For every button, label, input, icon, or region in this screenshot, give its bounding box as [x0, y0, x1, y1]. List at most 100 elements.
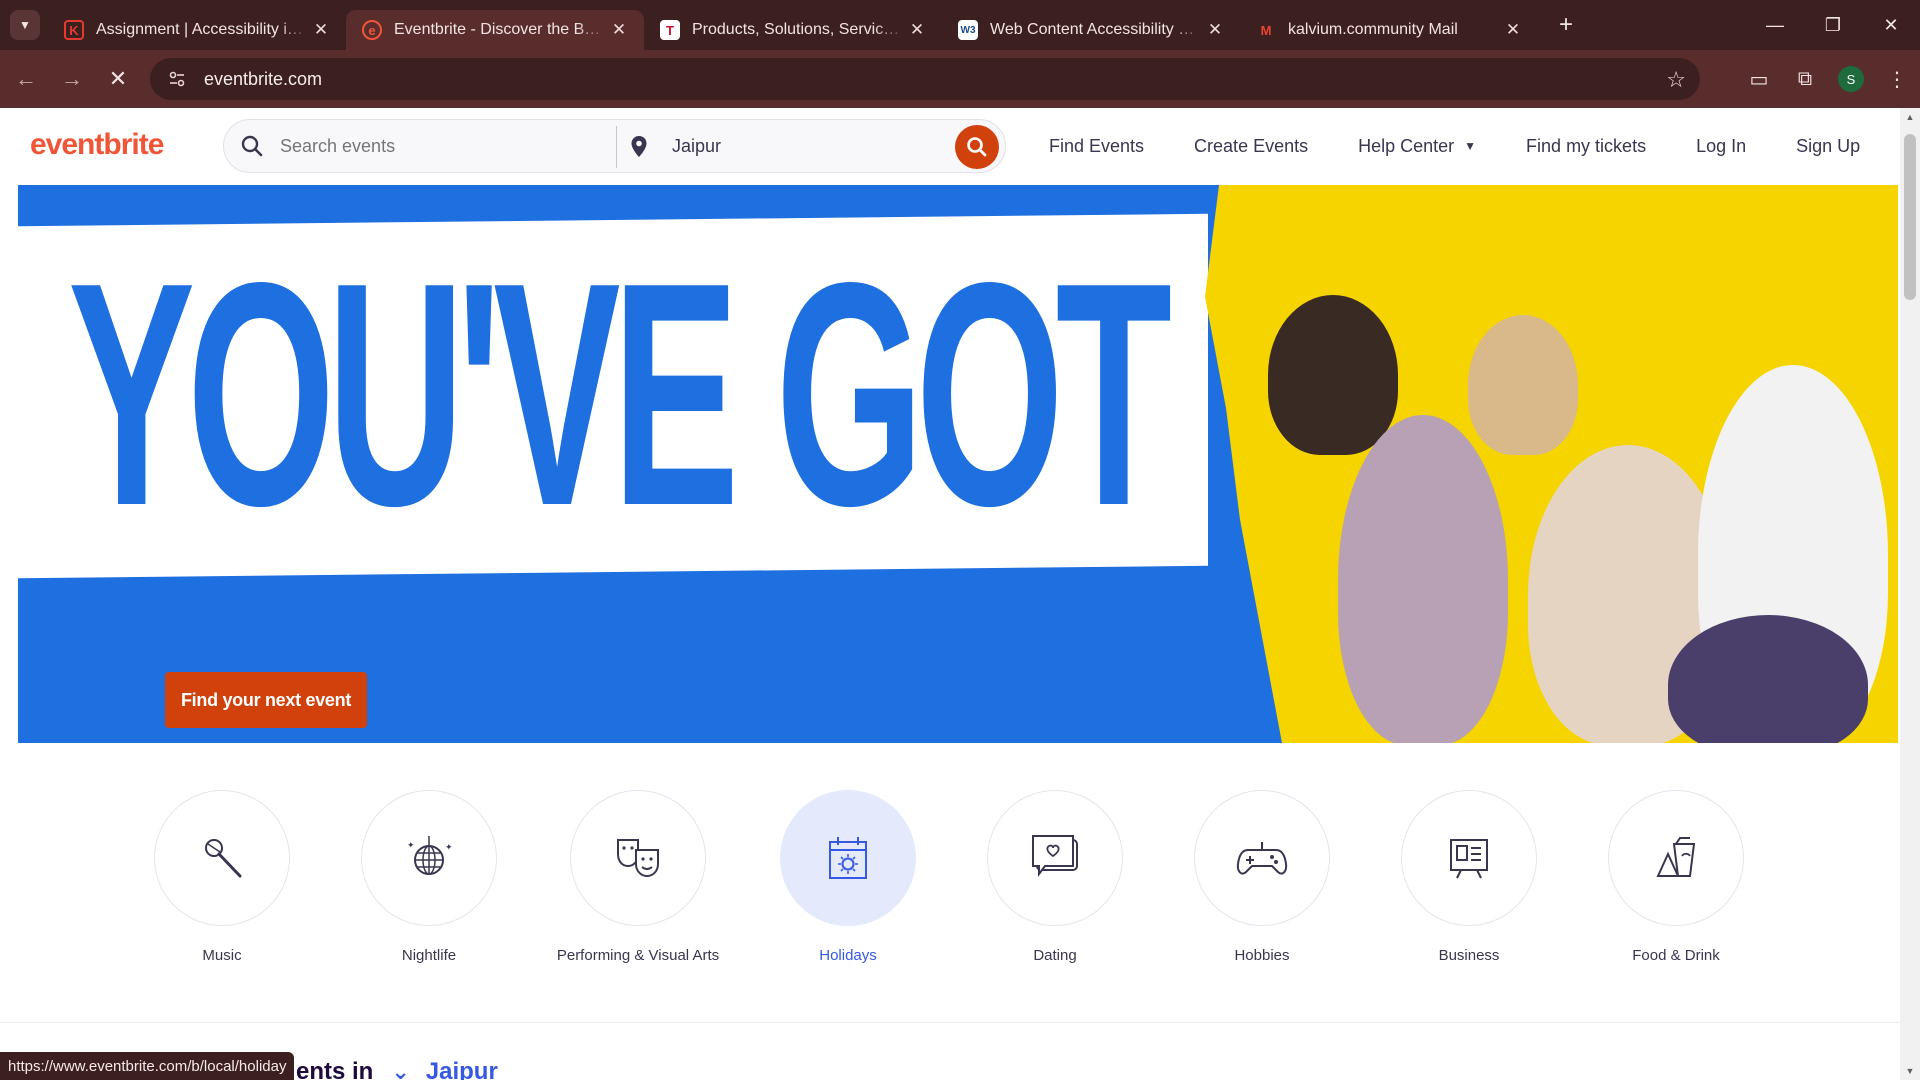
- nav-sign-up[interactable]: Sign Up: [1796, 136, 1860, 157]
- nav-help-center[interactable]: Help Center ▼: [1358, 136, 1476, 157]
- search-events-input[interactable]: [280, 135, 600, 157]
- close-icon[interactable]: ✕: [1204, 20, 1226, 40]
- category-circle: [987, 790, 1123, 926]
- category-label: Music: [202, 947, 242, 964]
- tab-wcag[interactable]: W3 Web Content Accessibility Guid ✕: [942, 10, 1240, 50]
- svg-text:✦: ✦: [445, 842, 453, 852]
- bookmark-star-icon[interactable]: ☆: [1666, 67, 1686, 93]
- minimize-icon[interactable]: —: [1746, 0, 1804, 50]
- extensions-puzzle-icon[interactable]: ⧉: [1782, 68, 1828, 91]
- category-business[interactable]: Business: [1369, 790, 1569, 966]
- url-text: eventbrite.com: [204, 68, 323, 89]
- back-arrow-icon[interactable]: ←: [6, 59, 46, 99]
- category-hobbies[interactable]: Hobbies: [1162, 790, 1362, 966]
- nav-find-events[interactable]: Find Events: [1049, 136, 1144, 157]
- browser-toolbar: ← → ✕ eventbrite.com ☆ ▭ ⧉ S ⋮: [0, 50, 1920, 108]
- tab-eventbrite[interactable]: e Eventbrite - Discover the Best L ✕: [346, 10, 644, 50]
- category-circle: [1194, 790, 1330, 926]
- address-bar[interactable]: eventbrite.com ☆: [150, 58, 1700, 100]
- close-icon[interactable]: ✕: [310, 20, 332, 40]
- tab-title: Eventbrite - Discover the Best L: [394, 21, 608, 38]
- category-label: Hobbies: [1234, 947, 1290, 964]
- tab-title: Products, Solutions, Services | T: [692, 21, 906, 38]
- t-favicon-icon: T: [660, 20, 680, 40]
- hero-photo-dancers: [1205, 185, 1898, 743]
- category-label: Holidays: [819, 947, 877, 964]
- category-label: Performing & Visual Arts: [556, 947, 720, 964]
- new-tab-plus-icon[interactable]: +: [1548, 7, 1584, 43]
- cast-icon[interactable]: ▭: [1736, 67, 1782, 92]
- category-label: Dating: [1033, 947, 1077, 964]
- scroll-up-arrow-icon[interactable]: ▲: [1900, 112, 1920, 122]
- tab-title: Web Content Accessibility Guid: [990, 21, 1204, 38]
- search-bar: [223, 119, 1006, 173]
- category-circle: [154, 790, 290, 926]
- window-controls: — ❐ ✕: [1746, 0, 1920, 50]
- svg-text:✦: ✦: [407, 840, 415, 850]
- hero-headline: YOU'VE GOT PLANS: [68, 217, 1821, 572]
- location-input[interactable]: [672, 136, 922, 157]
- category-circle: [780, 790, 916, 926]
- search-divider: [616, 126, 617, 168]
- stop-loading-icon[interactable]: ✕: [98, 59, 138, 99]
- presentation-board-icon: [1450, 839, 1488, 879]
- nav-help-center-label: Help Center: [1358, 135, 1455, 156]
- close-icon[interactable]: ✕: [608, 20, 630, 40]
- toolbar-actions: ▭ ⧉ S ⋮: [1736, 50, 1920, 108]
- category-food-drink[interactable]: Food & Drink: [1576, 790, 1776, 966]
- category-music[interactable]: Music: [122, 790, 322, 966]
- calendar-sun-icon: [829, 837, 867, 879]
- tab-search-button[interactable]: ▼: [10, 10, 40, 40]
- profile-avatar[interactable]: S: [1828, 66, 1874, 92]
- gamepad-icon: [1236, 842, 1288, 875]
- nav-create-events[interactable]: Create Events: [1194, 136, 1308, 157]
- close-icon[interactable]: ✕: [906, 20, 928, 40]
- location-pin-icon: [630, 135, 648, 164]
- tab-assignment[interactable]: K Assignment | Accessibility in De ✕: [48, 10, 346, 50]
- site-header: eventbrite Find Events Create Events Hel…: [0, 108, 1900, 184]
- section-divider: [0, 1022, 1900, 1023]
- disco-ball-icon: ✦ ✦: [407, 836, 453, 875]
- category-performing-visual-arts[interactable]: Performing & Visual Arts: [538, 790, 738, 966]
- events-in-heading: ents in ⌄ Jaipur: [296, 1058, 498, 1080]
- category-dating[interactable]: Dating: [955, 790, 1155, 966]
- eventbrite-logo[interactable]: eventbrite: [30, 128, 164, 162]
- scrollbar-thumb[interactable]: [1904, 134, 1916, 300]
- theater-masks-icon: [617, 839, 659, 878]
- page-viewport: eventbrite Find Events Create Events Hel…: [0, 108, 1900, 1080]
- tab-title: Assignment | Accessibility in De: [96, 21, 310, 38]
- category-nightlife[interactable]: ✦ ✦ Nightlife: [329, 790, 529, 966]
- search-icon: [224, 135, 280, 157]
- hero-banner: YOU'VE GOT PLANS Find your next event: [18, 185, 1898, 743]
- menu-kebab-icon[interactable]: ⋮: [1874, 67, 1920, 92]
- nav-log-in[interactable]: Log In: [1696, 136, 1746, 157]
- close-window-icon[interactable]: ✕: [1862, 0, 1920, 50]
- scroll-down-arrow-icon[interactable]: ▼: [1900, 1066, 1920, 1076]
- find-next-event-button[interactable]: Find your next event: [165, 672, 367, 728]
- eventbrite-favicon-icon: e: [362, 20, 382, 40]
- category-row: Music ✦ ✦ Nightlife Performing & Visual A…: [0, 790, 1900, 990]
- chevron-down-icon[interactable]: ⌄: [391, 1059, 409, 1080]
- category-label: Nightlife: [401, 947, 457, 964]
- status-bar-url: https://www.eventbrite.com/b/local/holid…: [0, 1052, 295, 1080]
- city-selector[interactable]: Jaipur: [426, 1058, 498, 1080]
- restore-icon[interactable]: ❐: [1804, 0, 1862, 50]
- search-submit-button[interactable]: [955, 125, 999, 169]
- chevron-down-icon: ▼: [1464, 139, 1477, 153]
- category-holidays[interactable]: Holidays: [748, 790, 948, 966]
- w3c-favicon-icon: W3: [958, 20, 978, 40]
- forward-arrow-icon[interactable]: →: [52, 59, 92, 99]
- food-drink-icon: [1656, 837, 1696, 877]
- close-icon[interactable]: ✕: [1502, 20, 1524, 40]
- site-info-icon[interactable]: [164, 66, 190, 92]
- tab-mail[interactable]: M kalvium.community Mail ✕: [1240, 10, 1538, 50]
- events-in-heading-text: ents in: [296, 1058, 374, 1080]
- category-circle: [570, 790, 706, 926]
- page-scrollbar[interactable]: ▲ ▼: [1900, 108, 1920, 1080]
- tab-title: kalvium.community Mail: [1288, 21, 1458, 38]
- nav-find-my-tickets[interactable]: Find my tickets: [1526, 136, 1646, 157]
- chat-heart-icon: [1032, 835, 1078, 877]
- tab-products[interactable]: T Products, Solutions, Services | T ✕: [644, 10, 942, 50]
- gmail-favicon-icon: M: [1260, 22, 1272, 38]
- dancer-figure: [1668, 615, 1868, 743]
